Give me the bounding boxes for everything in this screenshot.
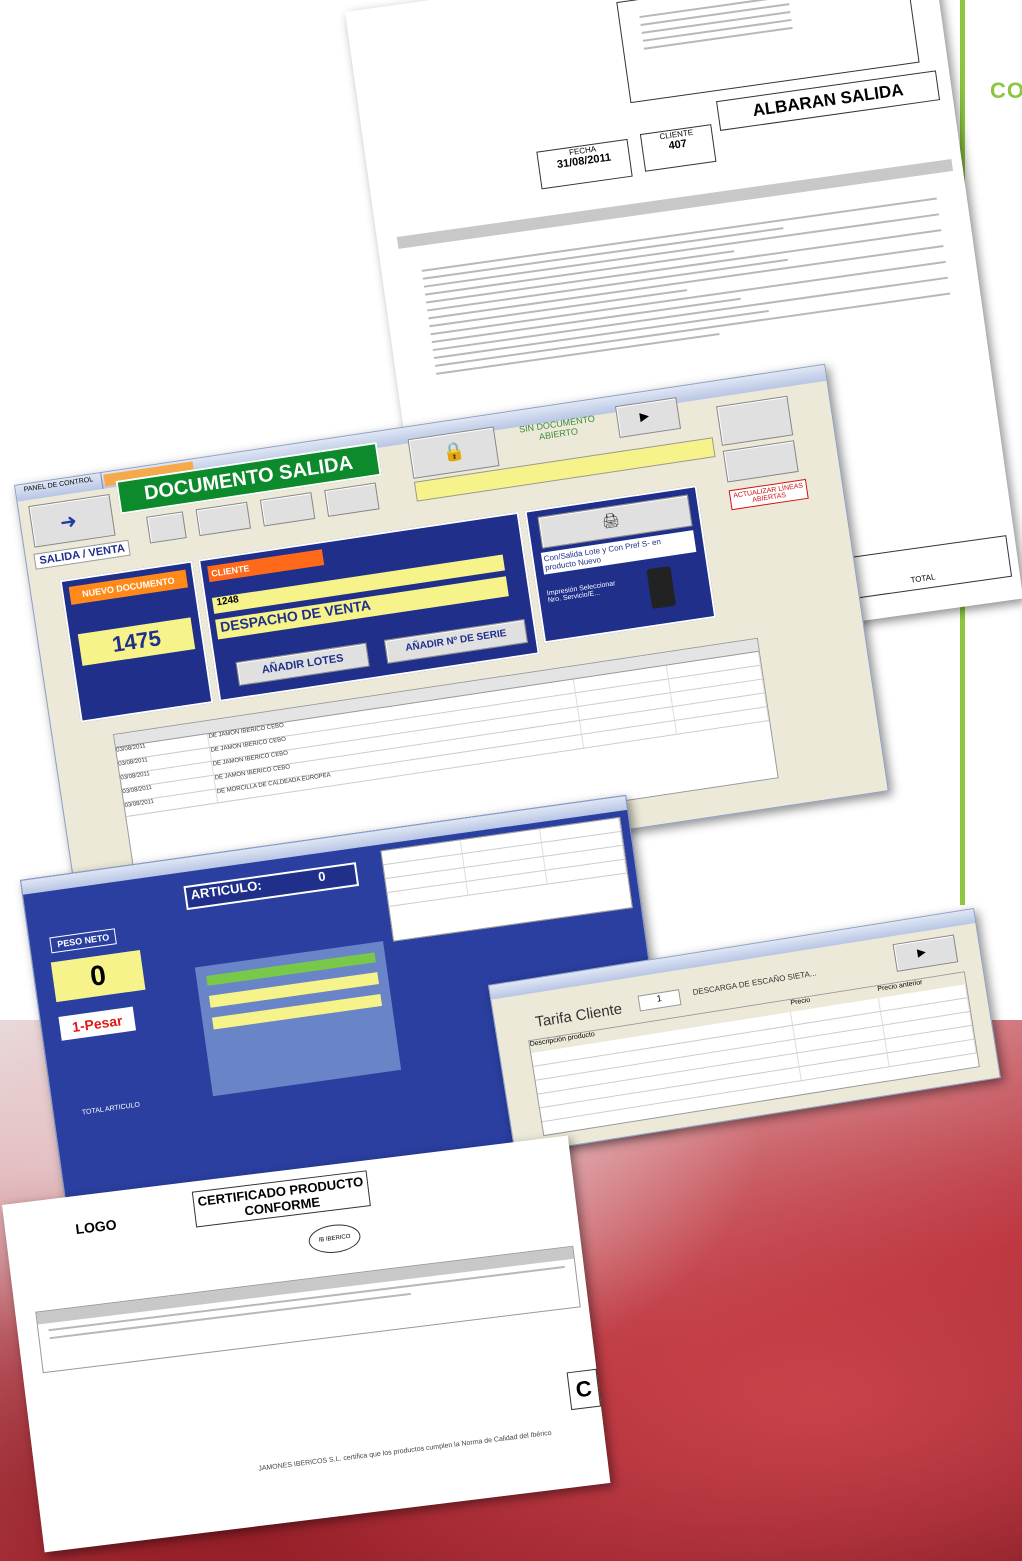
articulo-header: ARTICULO: 0 xyxy=(183,862,360,911)
cliente-panel: CLIENTE 1248 DESPACHO DE VENTA AÑADIR LO… xyxy=(198,511,540,703)
pesar-button[interactable]: 1-Pesar xyxy=(58,1006,137,1041)
tarifa-next-button[interactable]: ▶ xyxy=(892,934,959,972)
anadir-serie-button[interactable]: AÑADIR Nº DE SERIE xyxy=(383,619,528,664)
user-button[interactable] xyxy=(716,395,794,446)
doc-number: 1475 xyxy=(77,617,196,666)
peso-value: 0 xyxy=(50,949,146,1003)
pesada-form xyxy=(194,941,402,1097)
albaran-total-bar: TOTAL xyxy=(845,535,1013,600)
peso-neto-label: PESO NETO xyxy=(49,928,118,954)
actualizar-button[interactable]: ACTUALIZAR LÍNEAS ABIERTAS xyxy=(728,478,809,511)
last-record-button[interactable] xyxy=(324,482,380,517)
tarifa-filter-value[interactable]: 1 xyxy=(637,989,682,1012)
tarifa-filter-label: DESCARGA DE ESCAÑO SIETA... xyxy=(692,968,818,998)
next-record-button[interactable] xyxy=(259,492,316,527)
albaran-cliente-box: CLIENTE 407 xyxy=(639,124,717,172)
copy-button[interactable] xyxy=(722,440,799,483)
albaran-fecha-box: FECHA 31/08/2011 xyxy=(536,138,633,190)
certificado-table xyxy=(35,1245,581,1374)
total-articulo-label: TOTAL ARTICULO xyxy=(81,1101,141,1117)
impresion-text: Impresión Seleccionar Nro. Servicio/E... xyxy=(546,580,616,605)
first-record-button[interactable] xyxy=(146,511,187,544)
certificado-logo: LOGO xyxy=(74,1216,118,1238)
lock-icon: 🔒 xyxy=(441,440,467,464)
printer-icon: 🖨 xyxy=(600,510,621,530)
prev-record-button[interactable] xyxy=(195,501,252,537)
cliente-label: CLIENTE xyxy=(207,549,325,583)
nuevo-documento-panel: NUEVO DOCUMENTO 1475 xyxy=(59,560,214,723)
certificado-title: CERTIFICADO PRODUCTO CONFORME xyxy=(191,1170,371,1228)
nuevo-documento-label: NUEVO DOCUMENTO xyxy=(68,569,189,605)
anadir-lotes-button[interactable]: AÑADIR LOTES xyxy=(235,642,370,686)
certificado-footer: JAMONES IBERICOS S.L. certifica que los … xyxy=(258,1429,552,1473)
arrow-exit-button[interactable]: ➜ xyxy=(28,494,116,548)
certificado-document: LOGO CERTIFICADO PRODUCTO CONFORME IB IB… xyxy=(2,1135,611,1553)
arrow-icon: ➜ xyxy=(58,510,79,535)
albaran-lines xyxy=(421,192,952,381)
brand-heading: CO xyxy=(990,78,1022,103)
info-panel: 🖨 Con/Salida Lote y Con Pref S- en produ… xyxy=(524,485,717,644)
terminal-device-icon xyxy=(646,565,677,610)
c-logo-icon: C xyxy=(566,1368,602,1411)
certificado-stamp: IB IBERICO xyxy=(307,1221,363,1256)
